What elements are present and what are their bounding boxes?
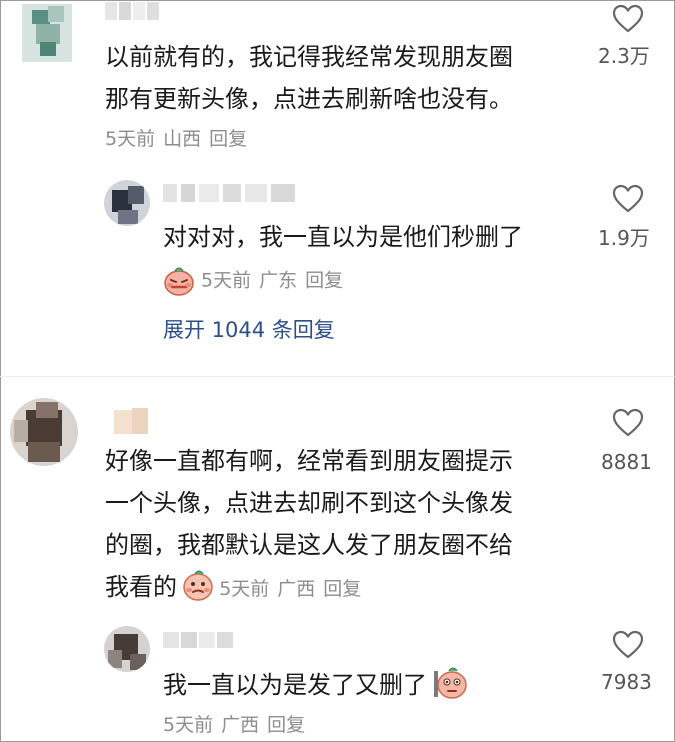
comment-location: 广西 [277,578,316,600]
reply-time: 5天前 [163,714,214,736]
comment-text-line: 以前就有的，我记得我经常发现朋友圈 [105,43,513,71]
reply-button[interactable]: 回复 [323,578,361,600]
reply-button[interactable]: 回复 [305,270,343,292]
heart-outline-icon [612,408,644,437]
reply-meta: 5天前 广东 回复 [163,266,343,296]
comment-time: 5天前 [219,578,270,600]
reply-text-line: 我一直以为是发了又删了 [163,671,427,699]
comment-meta: 5天前 广西 回复 [219,578,361,600]
heart-outline-icon [612,630,644,659]
like-button[interactable] [598,4,658,34]
heart-outline-icon [612,184,644,213]
reply-button[interactable]: 回复 [267,714,305,736]
like-count: 8881 [601,450,652,474]
like-count: 7983 [601,670,652,694]
comment-time: 5天前 [105,128,156,150]
like-button[interactable] [598,408,658,438]
like-count: 2.3万 [598,44,650,68]
comment-meta: 5天前 山西 回复 [105,126,247,152]
avatar[interactable] [104,180,150,226]
username[interactable] [163,184,297,202]
blush-face-emoji [164,267,194,296]
reply-meta: 5天前 广西 回复 [163,712,305,738]
comment-text-line: 那有更新头像，点进去刷新啥也没有。 [105,85,513,113]
like-button[interactable] [598,184,658,214]
divider [0,376,675,377]
avatar[interactable] [22,4,72,62]
reply-text: 我一直以为是发了又删了 [163,664,468,706]
peek-face-emoji [434,667,467,699]
heart-outline-icon [612,4,644,33]
comment-text-line: 我看的 [105,573,177,601]
reply-location: 广西 [221,714,260,736]
comment-text-line: 一个头像，点进去却刷不到这个头像发 [105,489,513,517]
comment-last-line: 我看的 5天前 广西 回复 [105,566,361,608]
username[interactable] [114,408,154,436]
comment-location: 山西 [163,128,202,150]
like-button[interactable] [598,630,658,660]
comment-text-line: 好像一直都有啊，经常看到朋友圈提示 [105,447,513,475]
expand-replies-button[interactable]: 展开 1044 条回复 [163,316,335,344]
avatar[interactable] [104,626,150,672]
like-count: 1.9万 [598,226,650,250]
reply-location: 广东 [259,269,298,292]
blush-face-emoji [183,570,213,601]
reply-button[interactable]: 回复 [209,128,247,150]
username[interactable] [105,2,161,20]
reply-time: 5天前 [201,269,252,292]
comment-text-line: 的圈，我都默认是这人发了朋友圈不给 [105,531,513,559]
username[interactable] [163,632,235,648]
avatar[interactable] [10,398,78,466]
reply-text-line: 对对对，我一直以为是他们秒删了 [163,223,523,251]
